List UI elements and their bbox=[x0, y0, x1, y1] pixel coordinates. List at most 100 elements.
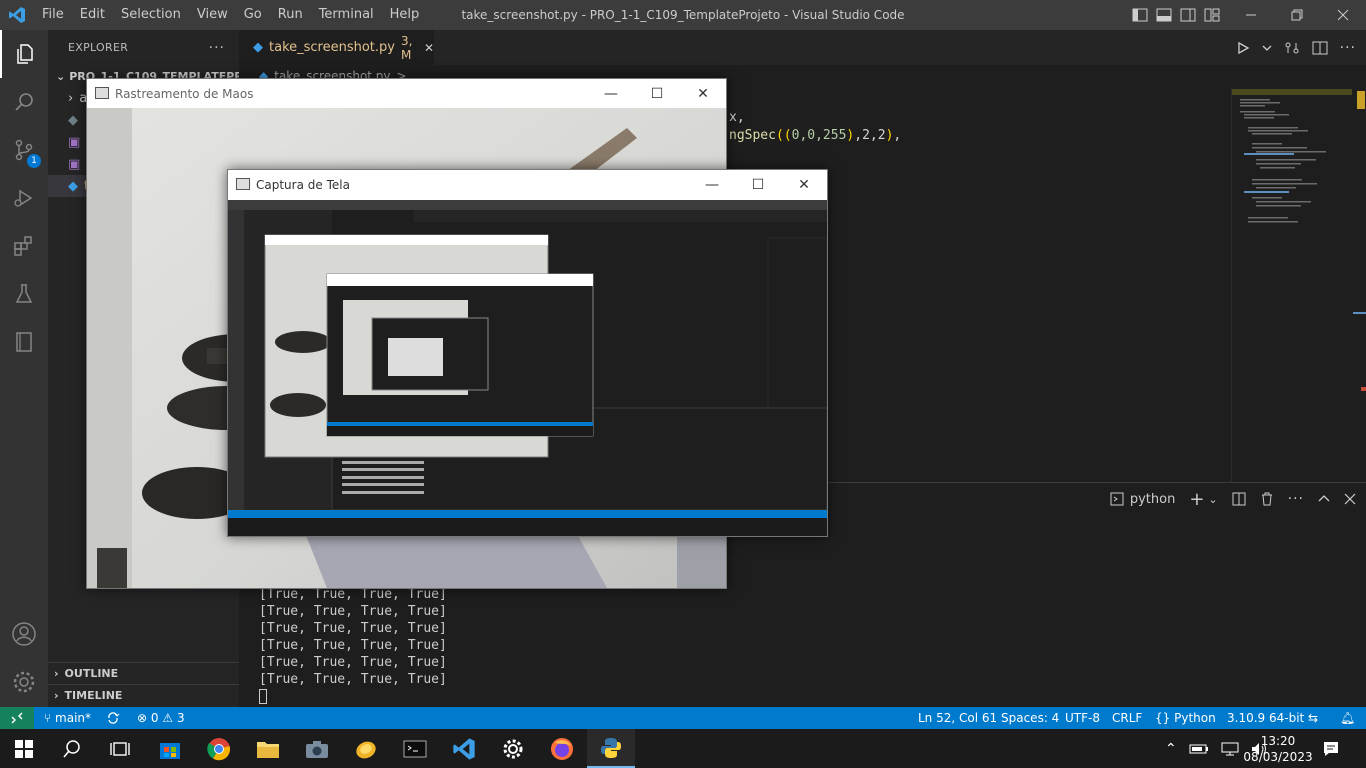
toggle-sidebar-icon[interactable] bbox=[1132, 8, 1148, 22]
open-changes-icon[interactable] bbox=[1284, 41, 1300, 55]
image-file-icon: ▣ bbox=[68, 156, 81, 172]
more-actions-icon[interactable]: ··· bbox=[209, 40, 225, 56]
microsoft-store-icon[interactable] bbox=[146, 729, 194, 768]
explorer-header: EXPLORER ··· bbox=[48, 30, 239, 65]
windows-taskbar: ⌃ 13:20 08/03/2023 bbox=[0, 729, 1366, 768]
clock[interactable]: 13:20 08/03/2023 bbox=[1243, 729, 1312, 768]
extensions-icon[interactable] bbox=[0, 222, 48, 270]
menu-bar: File Edit Selection View Go Run Terminal… bbox=[34, 0, 427, 30]
taskbar-search-icon[interactable] bbox=[48, 729, 96, 768]
menu-terminal[interactable]: Terminal bbox=[311, 0, 382, 30]
chevron-down-icon[interactable] bbox=[1262, 41, 1272, 55]
chevron-up-icon[interactable]: ⌃ bbox=[1165, 741, 1177, 757]
terminal-output-line: [True, True, True, True] bbox=[259, 638, 447, 653]
settings-gear-icon[interactable] bbox=[0, 658, 48, 706]
notebook-icon[interactable] bbox=[0, 318, 48, 366]
minimap[interactable] bbox=[1231, 87, 1353, 482]
code-paren: ) bbox=[885, 128, 894, 143]
line-ending[interactable]: CRLF bbox=[1112, 707, 1142, 729]
scm-badge: 1 bbox=[27, 154, 41, 168]
search-icon[interactable] bbox=[0, 78, 48, 126]
run-debug-icon[interactable] bbox=[0, 174, 48, 222]
braces-icon: {} bbox=[1155, 711, 1171, 725]
close-panel-icon[interactable] bbox=[1344, 493, 1356, 505]
notifications-icon[interactable]: 🔔︎ bbox=[1340, 707, 1355, 729]
chrome-icon[interactable] bbox=[195, 729, 243, 768]
close-button[interactable]: ✕ bbox=[781, 170, 827, 199]
hand-tracking-titlebar[interactable]: Rastreamento de Maos — ☐ ✕ bbox=[87, 79, 726, 108]
outline-section[interactable]: › OUTLINE bbox=[48, 662, 239, 684]
network-icon[interactable] bbox=[1221, 742, 1239, 756]
menu-go[interactable]: Go bbox=[236, 0, 270, 30]
explorer-icon[interactable] bbox=[0, 30, 48, 78]
firefox-icon[interactable] bbox=[538, 729, 586, 768]
menu-view[interactable]: View bbox=[189, 0, 236, 30]
indentation[interactable]: Spaces: 4 bbox=[1001, 707, 1059, 729]
tab-status: 3, M bbox=[400, 33, 413, 62]
menu-run[interactable]: Run bbox=[270, 0, 311, 30]
testing-icon[interactable] bbox=[0, 270, 48, 318]
python-interpreter[interactable]: 3.10.9 64-bit bbox=[1227, 707, 1304, 729]
vscode-taskbar-icon[interactable] bbox=[440, 729, 488, 768]
menu-help[interactable]: Help bbox=[382, 0, 428, 30]
terminal-selector[interactable]: python bbox=[1110, 492, 1175, 507]
menu-edit[interactable]: Edit bbox=[72, 0, 113, 30]
battery-icon[interactable] bbox=[1189, 743, 1209, 755]
minimize-button[interactable] bbox=[1228, 0, 1274, 30]
menu-file[interactable]: File bbox=[34, 0, 72, 30]
code-fragment: ngSpec bbox=[729, 128, 776, 143]
close-tab-icon[interactable]: ✕ bbox=[424, 41, 434, 55]
split-editor-icon[interactable] bbox=[1312, 41, 1328, 55]
minimize-button[interactable]: — bbox=[588, 79, 634, 108]
trash-icon[interactable] bbox=[1260, 492, 1274, 506]
run-python-file-icon[interactable] bbox=[1236, 41, 1250, 55]
new-terminal-icon[interactable]: + bbox=[1189, 489, 1204, 510]
settings-app-icon[interactable] bbox=[489, 729, 537, 768]
close-button[interactable] bbox=[1320, 0, 1366, 30]
remote-indicator[interactable] bbox=[0, 707, 34, 729]
maximize-button[interactable]: ☐ bbox=[634, 79, 680, 108]
tab-take-screenshot[interactable]: ◆ take_screenshot.py 3, M ✕ bbox=[239, 30, 434, 65]
menu-selection[interactable]: Selection bbox=[113, 0, 189, 30]
more-actions-icon[interactable]: ··· bbox=[1288, 491, 1304, 507]
accounts-icon[interactable] bbox=[0, 610, 48, 658]
minimize-button[interactable]: — bbox=[689, 170, 735, 199]
editor-actions: ··· bbox=[1236, 30, 1356, 65]
python-taskbar-icon[interactable] bbox=[587, 729, 635, 768]
terminal-app-icon[interactable] bbox=[391, 729, 439, 768]
remote-icon bbox=[11, 712, 23, 724]
split-terminal-icon[interactable] bbox=[1232, 492, 1246, 506]
screen-capture-titlebar[interactable]: Captura de Tela — ☐ ✕ bbox=[228, 170, 827, 200]
file-explorer-icon[interactable] bbox=[244, 729, 292, 768]
restore-button[interactable] bbox=[1274, 0, 1320, 30]
maximize-panel-icon[interactable] bbox=[1318, 493, 1330, 505]
chevron-down-icon[interactable]: ⌄ bbox=[1208, 493, 1217, 506]
editor-tabs: ◆ take_screenshot.py 3, M ✕ ··· bbox=[239, 30, 1366, 65]
live-share-icon[interactable]: ⇆ bbox=[1308, 707, 1318, 729]
maximize-button[interactable]: ☐ bbox=[735, 170, 781, 199]
close-button[interactable]: ✕ bbox=[680, 79, 726, 108]
sync-icon[interactable] bbox=[106, 707, 120, 729]
window-icon bbox=[95, 87, 109, 99]
task-view-icon[interactable] bbox=[96, 729, 144, 768]
toggle-panel-icon[interactable] bbox=[1156, 8, 1172, 22]
error-count: 0 bbox=[150, 711, 159, 725]
more-actions-icon[interactable]: ··· bbox=[1340, 40, 1356, 56]
chevron-right-icon: › bbox=[54, 689, 59, 702]
windows-start-icon[interactable] bbox=[0, 729, 48, 768]
customize-layout-icon[interactable] bbox=[1204, 8, 1220, 22]
language-mode[interactable]: {} Python bbox=[1155, 707, 1216, 729]
coins-app-icon[interactable] bbox=[342, 729, 390, 768]
scroll-marker bbox=[1353, 312, 1366, 314]
branch-indicator[interactable]: ⑂ main* bbox=[44, 707, 91, 729]
image-file-icon: ▣ bbox=[68, 134, 81, 150]
timeline-section[interactable]: › TIMELINE bbox=[48, 684, 239, 706]
camera-app-icon[interactable] bbox=[293, 729, 341, 768]
source-control-icon[interactable]: 1 bbox=[0, 126, 48, 174]
cursor-position[interactable]: Ln 52, Col 61 bbox=[918, 707, 997, 729]
problems-indicator[interactable]: ⊗ 0 ⚠ 3 bbox=[137, 707, 185, 729]
encoding[interactable]: UTF-8 bbox=[1065, 707, 1100, 729]
action-center-icon[interactable] bbox=[1322, 729, 1340, 768]
desktop: File Edit Selection View Go Run Terminal… bbox=[0, 0, 1366, 768]
toggle-secondary-sidebar-icon[interactable] bbox=[1180, 8, 1196, 22]
